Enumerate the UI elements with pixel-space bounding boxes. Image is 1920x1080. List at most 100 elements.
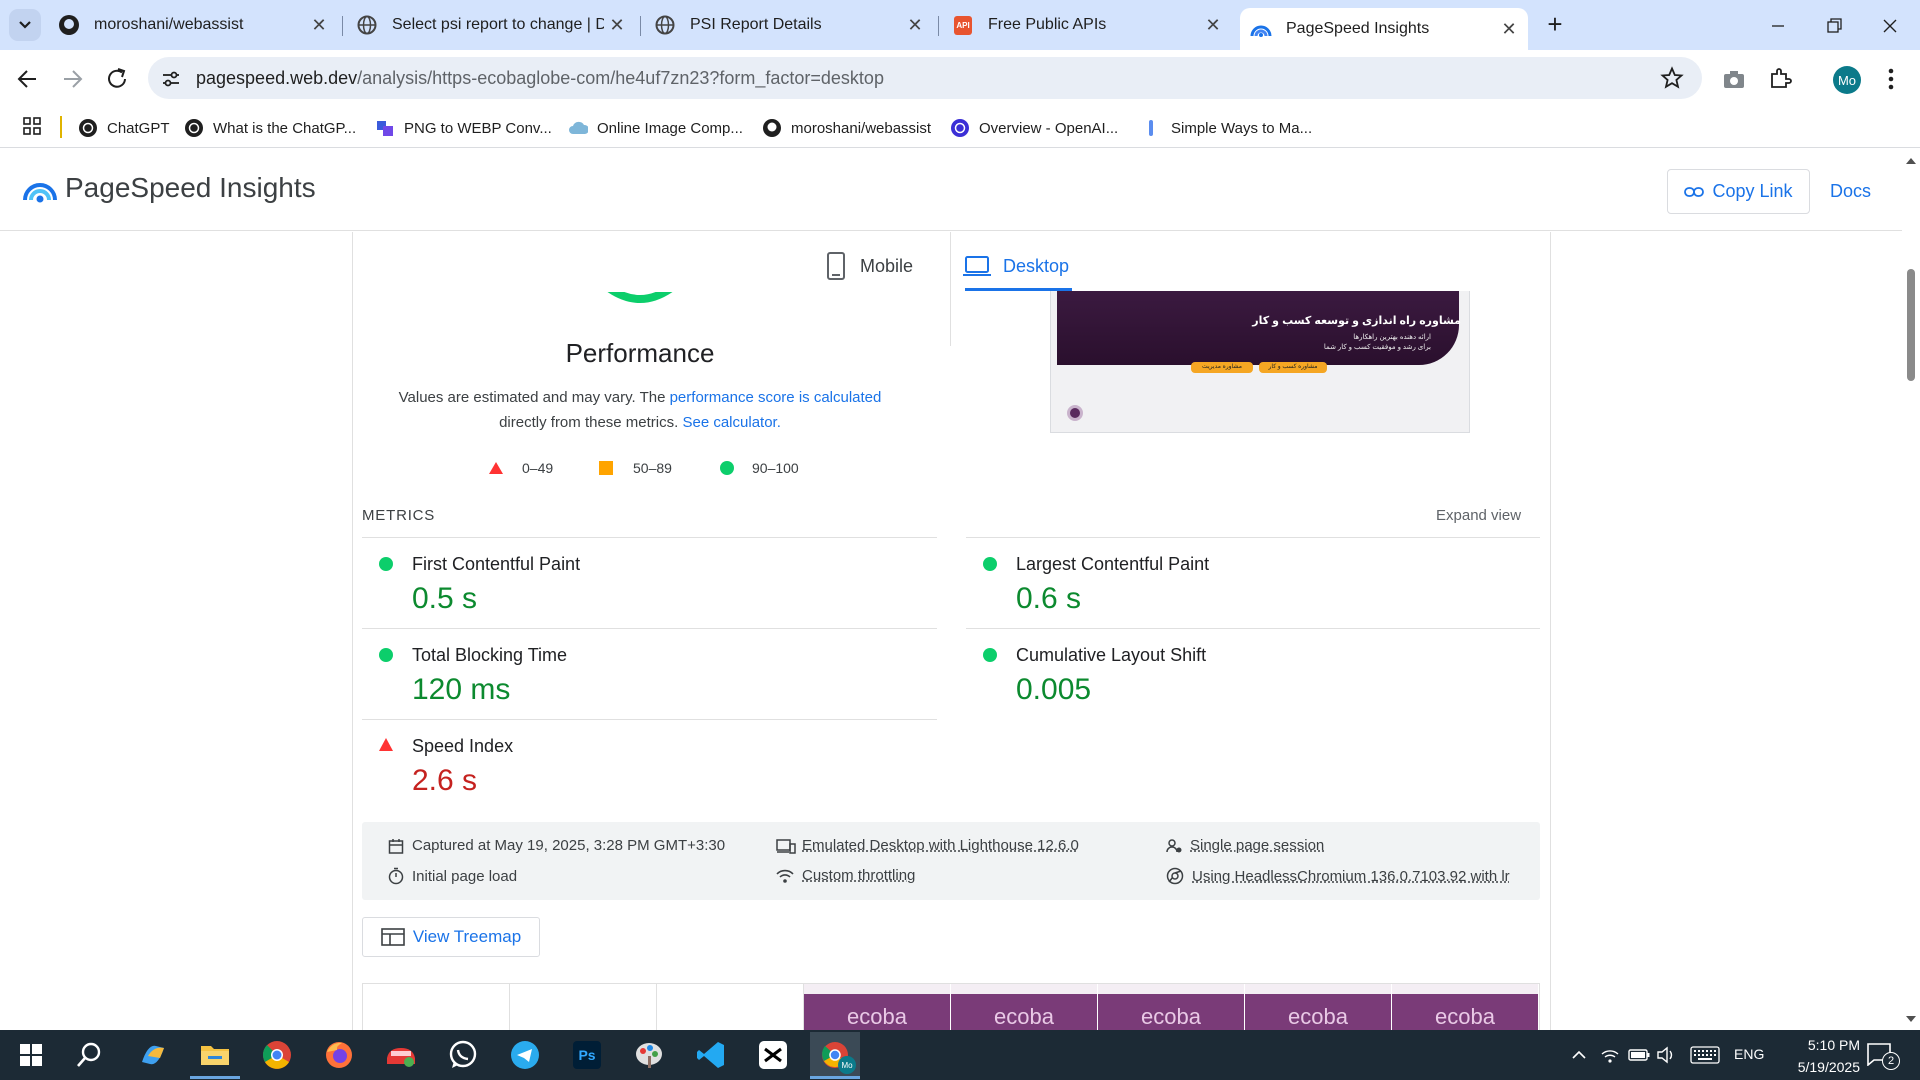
browser-tab-4[interactable]: API Free Public APIs ✕	[952, 8, 1228, 42]
notification-center-icon[interactable]: 2	[1866, 1042, 1906, 1070]
screenshot-icon[interactable]	[1722, 68, 1746, 90]
network-icon[interactable]	[1600, 1046, 1620, 1064]
vpn-app-button[interactable]	[376, 1032, 426, 1078]
legend-good: 90–100	[720, 460, 799, 476]
reload-button[interactable]	[104, 66, 132, 92]
browser-tab-active[interactable]: PageSpeed Insights ✕	[1240, 8, 1528, 50]
browser-version[interactable]: Using HeadlessChromium 136.0.7103.92 wit…	[1166, 867, 1526, 885]
telegram-button[interactable]	[500, 1032, 550, 1078]
preview-sub1: ارائه دهنده بهترین راهکارها	[1353, 334, 1431, 341]
keyboard-icon[interactable]	[1690, 1046, 1720, 1064]
menu-kebab-icon[interactable]	[1886, 66, 1896, 92]
clock[interactable]: 5:10 PM 5/19/2025	[1770, 1034, 1860, 1078]
photoshop-button[interactable]: Ps	[562, 1032, 612, 1078]
filmstrip-frame: ecoba	[1098, 984, 1244, 1030]
bookmark-webassist[interactable]: moroshani/webassist	[762, 114, 931, 142]
preview-chat-icon	[1067, 405, 1083, 421]
start-button[interactable]	[6, 1032, 56, 1078]
close-window-button[interactable]	[1878, 14, 1902, 38]
chrome-profile-button[interactable]: Mo	[810, 1032, 860, 1078]
battery-icon[interactable]	[1628, 1048, 1650, 1062]
whatsapp-button[interactable]	[438, 1032, 488, 1078]
close-icon[interactable]: ✕	[904, 14, 926, 36]
restore-button[interactable]	[1822, 14, 1846, 38]
copy-link-button[interactable]: Copy Link	[1667, 169, 1810, 214]
copilot-icon	[142, 1045, 164, 1065]
firefox-icon	[326, 1042, 352, 1068]
tab-title: PSI Report Details	[690, 16, 822, 33]
bookmark-chatgpt[interactable]: ChatGPT	[78, 114, 170, 142]
file-explorer-button[interactable]	[190, 1032, 240, 1078]
see-calculator-link[interactable]: See calculator.	[682, 414, 780, 431]
profile-avatar[interactable]: Mo	[1833, 66, 1861, 94]
metric-lcp: Largest Contentful Paint 0.6 s	[966, 538, 1540, 629]
search-button[interactable]	[64, 1032, 114, 1078]
docs-link[interactable]: Docs	[1830, 181, 1871, 202]
session-icon	[1166, 838, 1182, 852]
vscode-button[interactable]	[686, 1032, 736, 1078]
single-page-session[interactable]: Single page session	[1166, 837, 1324, 854]
capcut-button[interactable]	[748, 1032, 798, 1078]
report-content	[0, 232, 1902, 1030]
score-calc-link[interactable]: performance score is calculated	[670, 389, 882, 406]
copilot-button[interactable]	[128, 1032, 178, 1078]
tab-title: Select psi report to change | Dj	[392, 16, 604, 33]
search-icon	[77, 1042, 101, 1067]
tab-desktop[interactable]: Desktop	[963, 246, 1069, 286]
final-screenshot: مشاوره راه اندازی و توسعه کسب و کار ارائ…	[1050, 291, 1470, 433]
paint-button[interactable]	[624, 1032, 674, 1078]
site-info-icon[interactable]	[160, 68, 182, 90]
bookmark-png-to-webp[interactable]: PNG to WEBP Conv...	[375, 114, 552, 142]
close-icon[interactable]: ✕	[308, 14, 330, 36]
github-icon	[762, 118, 782, 138]
palette-icon	[636, 1043, 662, 1068]
chrome-button[interactable]	[252, 1032, 302, 1078]
forward-button[interactable]	[59, 66, 87, 92]
cloud-icon	[568, 118, 588, 138]
tray-chevron-icon[interactable]	[1570, 1046, 1588, 1064]
doc-icon	[1142, 118, 1162, 138]
scroll-down-icon[interactable]	[1902, 1013, 1920, 1025]
github-icon	[58, 14, 80, 36]
bookmark-online-image-comp[interactable]: Online Image Comp...	[568, 114, 743, 142]
openai-icon	[950, 118, 970, 138]
captured-at: Captured at May 19, 2025, 3:28 PM GMT+3:…	[388, 837, 725, 854]
extensions-icon[interactable]	[1768, 66, 1792, 90]
chevron-down-icon	[19, 21, 31, 29]
scrollbar-thumb[interactable]	[1907, 269, 1915, 381]
calendar-icon	[388, 838, 404, 854]
performance-title: Performance	[565, 338, 715, 368]
browser-tab-2[interactable]: Select psi report to change | Dj ✕	[356, 8, 632, 42]
link-icon	[1684, 186, 1705, 197]
tab-search-button[interactable]	[9, 9, 41, 41]
browser-tab-3[interactable]: PSI Report Details ✕	[654, 8, 930, 42]
volume-icon[interactable]	[1656, 1046, 1678, 1064]
custom-throttling[interactable]: Custom throttling	[776, 867, 915, 884]
scroll-up-icon[interactable]	[1902, 155, 1920, 167]
back-button[interactable]	[14, 66, 42, 92]
expand-view-button[interactable]: Expand view	[1436, 507, 1521, 524]
car-icon	[387, 1048, 415, 1067]
new-tab-button[interactable]: +	[1540, 10, 1570, 40]
language-indicator[interactable]: ENG	[1734, 1046, 1764, 1062]
view-treemap-button[interactable]: View Treemap	[362, 917, 540, 957]
bookmark-openai-overview[interactable]: Overview - OpenAI...	[950, 114, 1118, 142]
firefox-button[interactable]	[314, 1032, 364, 1078]
scrollbar[interactable]	[1902, 149, 1920, 1030]
bookmark-simple-ways[interactable]: Simple Ways to Ma...	[1142, 114, 1312, 142]
performance-description: Values are estimated and may vary. The p…	[398, 389, 882, 431]
browser-tab-1[interactable]: moroshani/webassist ✕	[58, 8, 334, 42]
tab-mobile[interactable]: Mobile	[826, 246, 913, 286]
chrome-icon	[263, 1041, 291, 1069]
close-icon[interactable]: ✕	[1202, 14, 1224, 36]
emulated-desktop[interactable]: Emulated Desktop with Lighthouse 12.6.0	[776, 837, 1079, 854]
devices-icon	[776, 838, 796, 854]
close-icon[interactable]: ✕	[606, 14, 628, 36]
minimize-button[interactable]	[1766, 14, 1790, 38]
timer-icon	[388, 867, 404, 885]
apps-grid-icon[interactable]	[22, 116, 42, 136]
bookmark-star-icon[interactable]	[1660, 66, 1684, 90]
close-icon[interactable]: ✕	[1498, 18, 1520, 40]
bookmark-what-is-chatgpt[interactable]: What is the ChatGP...	[184, 114, 356, 142]
url-text[interactable]: pagespeed.web.dev/analysis/https-ecobagl…	[196, 68, 884, 89]
